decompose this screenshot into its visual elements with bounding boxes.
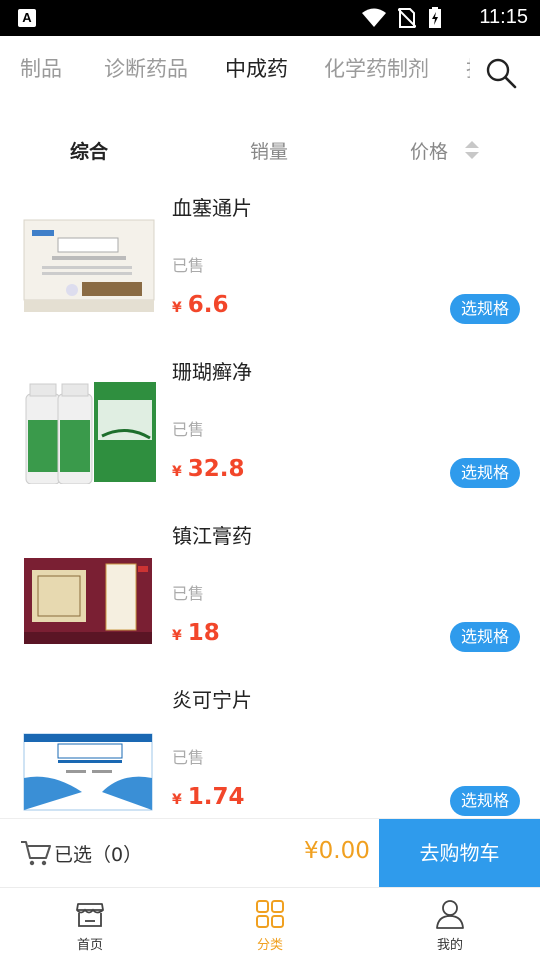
- status-time: 11:15: [479, 6, 528, 28]
- price-value: 18: [187, 620, 220, 646]
- cart-icon[interactable]: [20, 839, 52, 867]
- nav-category-label: 分类: [256, 938, 283, 953]
- bottom-nav: 首页 分类 我的: [0, 887, 540, 960]
- user-icon: [436, 900, 464, 929]
- category-grid-icon: [256, 900, 284, 928]
- tab-category-2[interactable]: 中成药: [225, 53, 288, 83]
- currency-symbol: ¥: [172, 628, 182, 644]
- go-to-cart-button[interactable]: 去购物车: [379, 819, 540, 887]
- sort-arrows-icon[interactable]: [463, 139, 481, 161]
- product-item[interactable]: 血塞通片 已售 ¥6.6 选规格: [0, 186, 540, 350]
- product-price: ¥32.8: [172, 456, 245, 482]
- sort-bar: 综合 销量 价格: [0, 124, 540, 176]
- product-name: 炎可宁片: [172, 688, 252, 712]
- product-name: 珊瑚癣净: [172, 360, 252, 384]
- price-value: 32.8: [187, 456, 245, 482]
- notification-icon: A: [18, 9, 36, 27]
- product-sold: 已售: [172, 256, 205, 275]
- no-sim-icon: [398, 8, 416, 28]
- product-price: ¥1.74: [172, 784, 245, 810]
- nav-home[interactable]: 首页: [0, 888, 180, 960]
- battery-charging-icon: [429, 7, 441, 28]
- cart-bar: 已选（0） ¥0.00 去购物车: [0, 818, 540, 887]
- tab-category-4[interactable]: 抗: [466, 53, 470, 83]
- sort-comprehensive[interactable]: 综合: [70, 137, 108, 164]
- tab-category-0[interactable]: 制品: [20, 53, 62, 83]
- select-spec-button[interactable]: 选规格: [450, 458, 520, 488]
- nav-home-label: 首页: [76, 938, 103, 953]
- currency-symbol: ¥: [172, 464, 182, 480]
- product-price: ¥6.6: [172, 292, 229, 318]
- product-box-image: [23, 733, 153, 811]
- status-bar: A 11:15: [0, 0, 540, 36]
- select-spec-button[interactable]: 选规格: [450, 622, 520, 652]
- product-item[interactable]: 镇江膏药 已售 ¥18 选规格: [0, 514, 540, 678]
- product-bottle-image: [25, 382, 156, 484]
- cart-selected-count: 已选（0）: [54, 844, 143, 866]
- product-box-image: [24, 558, 152, 644]
- product-sold: 已售: [172, 748, 205, 767]
- product-price: ¥18: [172, 620, 220, 646]
- select-spec-button[interactable]: 选规格: [450, 294, 520, 324]
- nav-category[interactable]: 分类: [180, 888, 360, 960]
- product-sold: 已售: [172, 584, 205, 603]
- nav-profile[interactable]: 我的: [360, 888, 540, 960]
- store-icon: [76, 903, 104, 927]
- price-value: 6.6: [187, 292, 229, 318]
- cart-total: ¥0.00: [304, 838, 370, 864]
- search-icon[interactable]: [484, 56, 518, 90]
- product-name: 血塞通片: [172, 196, 252, 220]
- select-spec-button[interactable]: 选规格: [450, 786, 520, 816]
- price-value: 1.74: [187, 784, 245, 810]
- currency-symbol: ¥: [172, 300, 182, 316]
- product-name: 镇江膏药: [172, 524, 252, 548]
- tab-category-1[interactable]: 诊断药品: [104, 53, 188, 83]
- category-tabs: 制品 诊断药品 中成药 化学药制剂 抗: [0, 36, 470, 98]
- tab-category-3[interactable]: 化学药制剂: [324, 53, 429, 83]
- sort-price[interactable]: 价格: [410, 137, 448, 164]
- product-sold: 已售: [172, 420, 205, 439]
- sort-sales[interactable]: 销量: [250, 137, 288, 164]
- nav-profile-label: 我的: [436, 938, 463, 953]
- product-box-image: [23, 219, 155, 312]
- currency-symbol: ¥: [172, 792, 182, 808]
- product-item[interactable]: 珊瑚癣净 已售 ¥32.8 选规格: [0, 350, 540, 514]
- wifi-icon: [362, 8, 386, 27]
